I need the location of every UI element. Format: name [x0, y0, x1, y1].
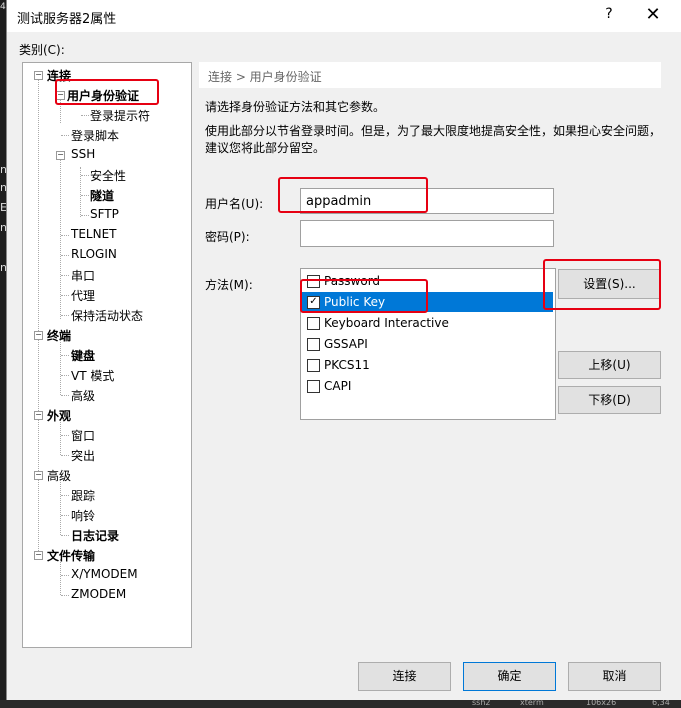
tree-line	[60, 339, 61, 395]
properties-dialog: 测试服务器2属性 ? ✕ 类别(C): − 连接 − 用户身份验证 登录提示符 …	[6, 0, 681, 700]
background-status-bar: ssh2 xterm 106x26 6,34	[0, 698, 681, 708]
tree-line	[61, 455, 69, 456]
help-button[interactable]: ?	[599, 6, 619, 26]
tree-item-proxy[interactable]: 代理	[71, 287, 95, 304]
description-line: 建议您将此部分留空。	[205, 141, 326, 155]
collapse-icon[interactable]: −	[34, 551, 43, 560]
category-tree[interactable]: − 连接 − 用户身份验证 登录提示符 登录脚本 − SSH 安全性 隧道 SF…	[22, 62, 192, 648]
collapse-icon[interactable]: −	[34, 471, 43, 480]
connect-button[interactable]: 连接	[358, 662, 451, 691]
annotation-box	[55, 79, 159, 105]
tree-line	[61, 315, 69, 316]
tree-line	[61, 395, 69, 396]
tree-item-ssh[interactable]: SSH	[71, 147, 95, 161]
bg-fragment: 4	[0, 2, 6, 12]
method-item-pkcs11[interactable]: PKCS11	[301, 355, 553, 375]
tree-item-sftp[interactable]: SFTP	[90, 207, 119, 221]
tree-line	[61, 595, 69, 596]
method-checkbox[interactable]	[307, 338, 320, 351]
tree-item-trace[interactable]: 跟踪	[71, 487, 95, 504]
tree-item-xymodem[interactable]: X/YMODEM	[71, 567, 138, 581]
method-item-keyboard-interactive[interactable]: Keyboard Interactive	[301, 313, 553, 333]
method-checkbox[interactable]	[307, 317, 320, 330]
annotation-box	[278, 177, 428, 213]
method-checkbox[interactable]	[307, 380, 320, 393]
category-label: 类别(C):	[19, 43, 65, 57]
tree-item-rlogin[interactable]: RLOGIN	[71, 247, 117, 261]
collapse-icon[interactable]: −	[34, 331, 43, 340]
ok-button[interactable]: 确定	[463, 662, 556, 691]
tree-line	[38, 79, 39, 557]
collapse-icon[interactable]: −	[34, 71, 43, 80]
tree-line	[61, 135, 69, 136]
tree-line	[61, 235, 69, 236]
dialog-title: 测试服务器2属性	[17, 12, 117, 27]
method-item-gssapi[interactable]: GSSAPI	[301, 334, 553, 354]
method-checkbox[interactable]	[307, 359, 320, 372]
tree-line	[60, 419, 61, 455]
tree-item-bell[interactable]: 响铃	[71, 507, 95, 524]
tree-item-advanced[interactable]: 高级	[47, 467, 71, 484]
tree-line	[61, 515, 69, 516]
move-down-button[interactable]: 下移(D)	[558, 386, 661, 414]
close-button[interactable]: ✕	[641, 4, 665, 28]
title-bar: 测试服务器2属性 ? ✕	[7, 0, 681, 32]
password-input[interactable]	[300, 220, 554, 247]
annotation-box	[543, 259, 661, 310]
method-label: 方法(M):	[205, 278, 253, 292]
tree-line	[61, 375, 69, 376]
tree-line	[60, 559, 61, 595]
move-up-button[interactable]: 上移(U)	[558, 351, 661, 379]
tree-line	[61, 495, 69, 496]
tree-line	[61, 255, 69, 256]
cancel-button[interactable]: 取消	[568, 662, 661, 691]
tree-item-telnet[interactable]: TELNET	[71, 227, 117, 241]
breadcrumb: 连接 > 用户身份验证	[199, 62, 661, 88]
tree-line	[81, 195, 89, 196]
tree-line	[81, 215, 89, 216]
tree-item-zmodem[interactable]: ZMODEM	[71, 587, 126, 601]
tree-item-window[interactable]: 窗口	[71, 427, 95, 444]
tree-item-tunnel[interactable]: 隧道	[90, 187, 114, 204]
description-line: 使用此部分以节省登录时间。但是，为了最大限度地提高安全性，如果担心安全问题，	[205, 124, 662, 138]
tree-item-vt-mode[interactable]: VT 模式	[71, 367, 114, 384]
method-item-capi[interactable]: CAPI	[301, 376, 553, 396]
tree-item-terminal-advanced[interactable]: 高级	[71, 387, 95, 404]
tree-line	[61, 275, 69, 276]
password-label: 密码(P):	[205, 230, 250, 244]
tree-line	[81, 115, 89, 116]
username-label: 用户名(U):	[205, 197, 264, 211]
description-line: 请选择身份验证方法和其它参数。	[205, 100, 386, 114]
tree-line	[61, 435, 69, 436]
tree-line	[61, 355, 69, 356]
tree-item-appearance[interactable]: 外观	[47, 407, 71, 424]
tree-item-logging[interactable]: 日志记录	[71, 527, 119, 544]
collapse-icon[interactable]: −	[34, 411, 43, 420]
tree-line	[61, 575, 69, 576]
tree-item-highlight[interactable]: 突出	[71, 447, 95, 464]
tree-item-file-transfer[interactable]: 文件传输	[47, 547, 95, 564]
tree-item-keyboard[interactable]: 键盘	[71, 347, 95, 364]
tree-line	[60, 479, 61, 535]
tree-item-terminal[interactable]: 终端	[47, 327, 71, 344]
tree-line	[61, 535, 69, 536]
collapse-icon[interactable]: −	[56, 151, 65, 160]
tree-item-serial[interactable]: 串口	[71, 267, 95, 284]
tree-line	[61, 295, 69, 296]
tree-item-login-prompt[interactable]: 登录提示符	[90, 107, 150, 124]
tree-item-login-script[interactable]: 登录脚本	[71, 127, 119, 144]
tree-item-security[interactable]: 安全性	[90, 167, 126, 184]
annotation-box	[300, 279, 428, 313]
tree-item-keepalive[interactable]: 保持活动状态	[71, 307, 143, 324]
tree-line	[81, 175, 89, 176]
breadcrumb-text: 连接 > 用户身份验证	[208, 70, 322, 84]
